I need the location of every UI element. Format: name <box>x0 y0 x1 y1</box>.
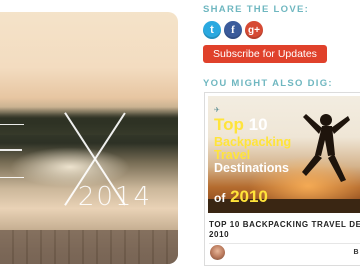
author-avatar <box>210 245 225 260</box>
wooden-dock <box>0 230 178 264</box>
related-post-title[interactable]: TOP 10 BACKPACKING TRAVEL DESTINATIONS F… <box>209 220 360 230</box>
hero-year-text: 2014 <box>77 182 152 212</box>
letter-e-graphic <box>0 124 24 178</box>
thumb-title-year: of 2010 <box>214 187 268 206</box>
facebook-icon[interactable]: f <box>224 21 242 39</box>
jumping-person-silhouette <box>302 114 350 182</box>
social-icons: t f g+ <box>203 21 263 39</box>
card-meta-label: B <box>353 249 359 256</box>
google-plus-icon[interactable]: g+ <box>245 21 263 39</box>
thumb-title-middle: Backpacking Travel Destinations <box>214 135 292 175</box>
sidebar: SHARE THE LOVE: t f g+ Subscribe for Upd… <box>201 0 360 270</box>
subscribe-button[interactable]: Subscribe for Updates <box>203 45 327 63</box>
related-heading: YOU MIGHT ALSO DIG: <box>203 78 333 89</box>
related-post-title-line2[interactable]: 2010 <box>209 230 229 239</box>
twitter-icon[interactable]: t <box>203 21 221 39</box>
card-divider <box>209 243 360 244</box>
hero-photo: 2014 <box>0 12 178 264</box>
related-post-thumbnail[interactable]: ✈︎ Top 10 Backpacking Travel Destination… <box>208 96 360 213</box>
share-heading: SHARE THE LOVE: <box>203 4 310 15</box>
related-post-card[interactable]: ✈︎ Top 10 Backpacking Travel Destination… <box>204 92 360 266</box>
thumb-title-top: Top 10 <box>214 115 268 134</box>
site-logo-icon: ✈︎ <box>214 107 220 114</box>
